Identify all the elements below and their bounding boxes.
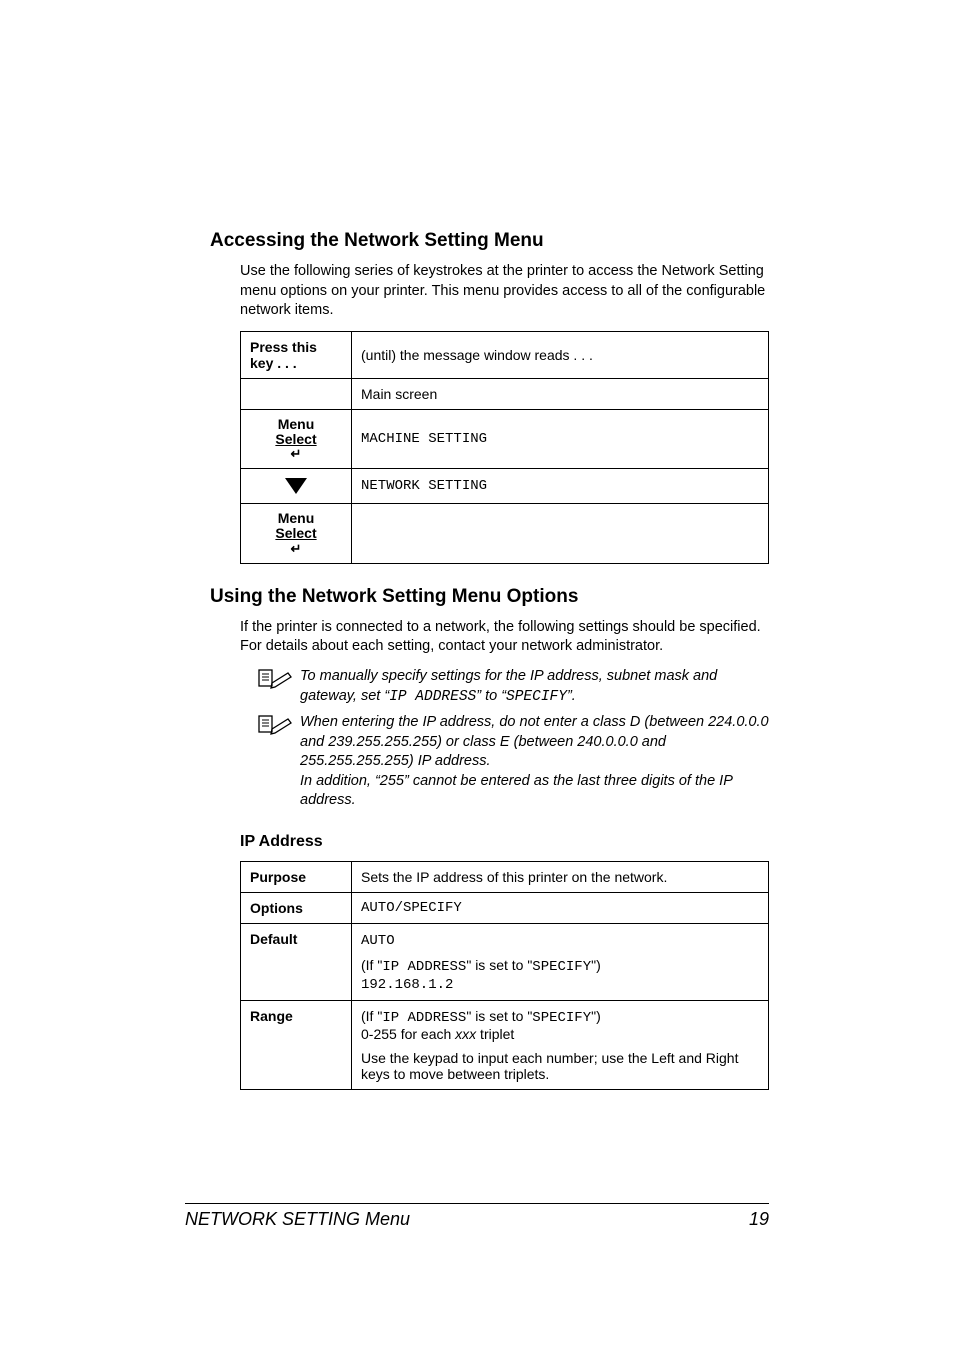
menu-label-line1: Menu	[278, 416, 315, 432]
note-icon-wrap	[240, 667, 300, 689]
table-row: Range (If "IP ADDRESS" is set to "SPECIF…	[241, 1000, 769, 1089]
note-line: In addition, “255” cannot be entered as …	[300, 773, 732, 809]
text-fragment: 0-255 for each	[361, 1026, 455, 1042]
code-fragment: SPECIFY	[532, 959, 591, 975]
default-ip-value: 192.168.1.2	[361, 977, 453, 993]
table-row: Menu Select ↵ MACHINE SETTING	[241, 409, 769, 468]
table-header-message: (until) the message window reads . . .	[352, 331, 769, 378]
default-line1: AUTO	[361, 933, 395, 949]
text-fragment: triplet	[476, 1026, 514, 1042]
footer-title: NETWORK SETTING Menu	[185, 1209, 410, 1230]
intro-paragraph-1: Use the following series of keystrokes a…	[210, 262, 769, 321]
table-row: Menu Select ↵	[241, 504, 769, 563]
enter-arrow-icon: ↵	[291, 542, 302, 556]
table-row: Main screen	[241, 378, 769, 409]
heading-accessing-menu: Accessing the Network Setting Menu	[210, 230, 769, 252]
note-line: When entering the IP address, do not ent…	[300, 714, 769, 769]
page-footer: NETWORK SETTING Menu 19	[185, 1203, 769, 1230]
label-options: Options	[241, 892, 352, 923]
down-arrow-icon	[285, 478, 307, 494]
value-purpose: Sets the IP address of this printer on t…	[352, 861, 769, 892]
menu-select-icon: Menu Select ↵	[275, 417, 316, 461]
label-default: Default	[241, 923, 352, 1000]
value-options: AUTO/SPECIFY	[352, 892, 769, 923]
label-purpose: Purpose	[241, 861, 352, 892]
ip-address-table: Purpose Sets the IP address of this prin…	[240, 861, 769, 1090]
key-cell-down	[241, 469, 352, 504]
text-fragment: " is set to "	[466, 957, 532, 973]
intro-paragraph-2: If the printer is connected to a network…	[210, 618, 769, 657]
table-row: Purpose Sets the IP address of this prin…	[241, 861, 769, 892]
text-fragment: " is set to "	[466, 1008, 532, 1024]
text-fragment: ")	[591, 1008, 601, 1024]
heading-using-menu-options: Using the Network Setting Menu Options	[210, 586, 769, 608]
label-range: Range	[241, 1000, 352, 1089]
message-cell: MACHINE SETTING	[352, 409, 769, 468]
key-cell-menu-select: Menu Select ↵	[241, 504, 352, 563]
table-row: Options AUTO/SPECIFY	[241, 892, 769, 923]
key-cell-blank	[241, 378, 352, 409]
code-fragment: IP ADDRESS	[382, 959, 466, 975]
note-fragment: ” to “	[476, 688, 506, 704]
code-fragment: IP ADDRESS	[382, 1010, 466, 1026]
enter-arrow-icon: ↵	[291, 447, 302, 461]
table-header-key: Press this key . . .	[241, 331, 352, 378]
table-row: Press this key . . . (until) the message…	[241, 331, 769, 378]
text-fragment: (If "	[361, 957, 382, 973]
subheading-ip-address: IP Address	[240, 833, 769, 851]
note-text: To manually specify settings for the IP …	[300, 667, 769, 707]
footer-page-number: 19	[749, 1209, 769, 1230]
menu-label-line1: Menu	[278, 510, 315, 526]
code-fragment: SPECIFY	[532, 1010, 591, 1026]
document-page: Accessing the Network Setting Menu Use t…	[0, 0, 954, 1350]
value-range: (If "IP ADDRESS" is set to "SPECIFY") 0-…	[352, 1000, 769, 1089]
text-fragment: (If "	[361, 1008, 382, 1024]
key-cell-menu-select: Menu Select ↵	[241, 409, 352, 468]
note-icon-wrap	[240, 713, 300, 735]
note-icon	[258, 669, 292, 689]
table-row: NETWORK SETTING	[241, 469, 769, 504]
note-text: When entering the IP address, do not ent…	[300, 713, 769, 811]
note-fragment: ”.	[567, 688, 576, 704]
text-fragment: ")	[591, 957, 601, 973]
note-block-2: When entering the IP address, do not ent…	[240, 713, 769, 811]
table-row: Default AUTO (If "IP ADDRESS" is set to …	[241, 923, 769, 1000]
message-cell: Main screen	[352, 378, 769, 409]
message-cell	[352, 504, 769, 563]
menu-label-line2: Select	[275, 431, 316, 447]
note-block-1: To manually specify settings for the IP …	[240, 667, 769, 707]
message-cell: NETWORK SETTING	[352, 469, 769, 504]
italic-fragment: xxx	[455, 1026, 476, 1042]
note-icon	[258, 715, 292, 735]
note-code: IP ADDRESS	[389, 689, 476, 705]
range-instruction: Use the keypad to input each number; use…	[361, 1050, 738, 1082]
key-sequence-table: Press this key . . . (until) the message…	[240, 331, 769, 564]
note-code: SPECIFY	[506, 689, 567, 705]
value-default: AUTO (If "IP ADDRESS" is set to "SPECIFY…	[352, 923, 769, 1000]
menu-label-line2: Select	[275, 525, 316, 541]
menu-select-icon: Menu Select ↵	[275, 511, 316, 555]
